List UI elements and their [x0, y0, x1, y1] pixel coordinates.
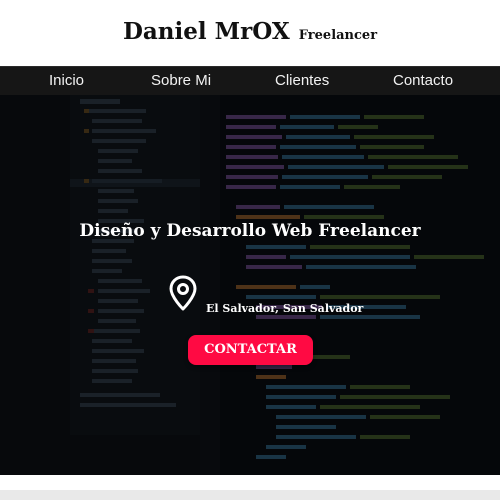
main-nav: Inicio Sobre Mi Clientes Contacto — [0, 66, 500, 95]
hero-overlay — [0, 95, 500, 475]
contact-button[interactable]: CONTACTAR — [188, 335, 313, 365]
site-header: Daniel MrOX Freelancer — [0, 0, 500, 66]
hero-section: Diseño y Desarrollo Web Freelancer El Sa… — [0, 95, 500, 475]
next-section-edge — [0, 490, 500, 500]
map-pin-icon — [169, 275, 197, 311]
nav-item-inicio[interactable]: Inicio — [49, 72, 84, 89]
location-text: El Salvador, San Salvador — [206, 302, 364, 315]
nav-item-sobre-mi[interactable]: Sobre Mi — [151, 72, 211, 89]
brand[interactable]: Daniel MrOX Freelancer — [0, 18, 500, 45]
hero-title: Diseño y Desarrollo Web Freelancer — [79, 221, 421, 241]
nav-item-contacto[interactable]: Contacto — [393, 72, 453, 89]
brand-subtitle: Freelancer — [298, 28, 378, 43]
nav-item-clientes[interactable]: Clientes — [275, 72, 329, 89]
brand-name: Daniel MrOX — [122, 18, 290, 45]
